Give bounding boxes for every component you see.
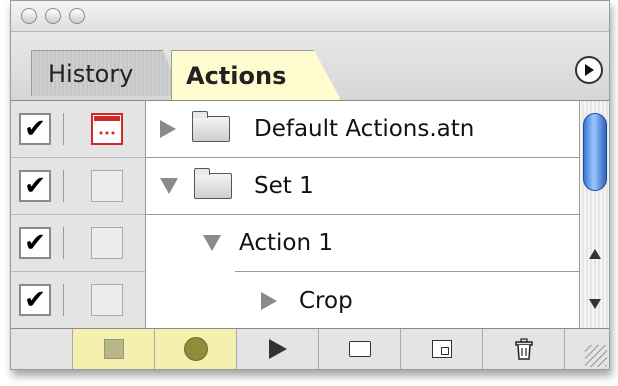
list-item-set[interactable]: Set 1 (146, 158, 579, 215)
dialog-toggle[interactable] (91, 113, 123, 145)
stop-icon (103, 339, 124, 359)
delete-button[interactable] (483, 329, 565, 369)
list-item-command[interactable]: Crop (235, 272, 579, 329)
resize-grip[interactable] (585, 345, 607, 367)
column-divider (63, 113, 64, 145)
tab-bar: History Actions (11, 32, 609, 100)
tab-actions-label: Actions (186, 61, 287, 90)
disclosure-collapsed-icon[interactable] (261, 291, 277, 310)
checkmark-icon: ✔ (24, 114, 46, 144)
dialog-icon (94, 116, 120, 135)
stop-button[interactable] (73, 329, 155, 369)
tab-history-label: History (48, 59, 134, 88)
new-set-button[interactable] (319, 329, 401, 369)
column-divider (63, 284, 64, 316)
toggle-row: ✔ (11, 272, 145, 329)
item-toggle-checkbox[interactable]: ✔ (19, 113, 51, 145)
minimize-window-button[interactable] (45, 8, 61, 24)
list-item-set[interactable]: Default Actions.atn (146, 101, 579, 158)
palette-menu-button[interactable] (575, 56, 603, 84)
scroll-up-icon[interactable] (589, 249, 601, 259)
triangle-right-icon (585, 64, 594, 76)
list-item-label: Default Actions.atn (254, 116, 475, 142)
new-action-icon (431, 340, 452, 358)
record-icon (183, 337, 208, 361)
toggle-row: ✔ (11, 215, 145, 272)
actions-palette: History Actions ✔ ✔ ✔ ✔ Default Actions.… (10, 0, 610, 370)
scroll-thumb[interactable] (583, 113, 607, 191)
list-item-action[interactable]: Action 1 (203, 215, 579, 272)
toggle-row: ✔ (11, 101, 145, 158)
column-divider (63, 227, 64, 259)
tab-actions[interactable]: Actions (171, 50, 341, 100)
disclosure-expanded-icon[interactable] (203, 235, 221, 251)
list-item-label: Action 1 (239, 230, 333, 256)
checkmark-icon: ✔ (24, 171, 46, 201)
actions-toolbar (11, 328, 609, 369)
new-action-button[interactable] (401, 329, 483, 369)
tab-history[interactable]: History (31, 50, 181, 96)
disclosure-collapsed-icon[interactable] (160, 120, 176, 138)
dialog-toggle[interactable] (91, 284, 123, 316)
checkmark-icon: ✔ (24, 285, 46, 315)
vertical-scrollbar[interactable] (579, 101, 609, 329)
actions-list: ✔ ✔ ✔ ✔ Default Actions.atn Set 1 Action… (11, 100, 609, 329)
item-toggle-checkbox[interactable]: ✔ (19, 284, 51, 316)
record-button[interactable] (155, 329, 237, 369)
toggle-columns: ✔ ✔ ✔ ✔ (11, 101, 146, 329)
list-item-label: Crop (299, 287, 353, 314)
column-divider (63, 170, 64, 202)
toggle-row: ✔ (11, 158, 145, 215)
play-icon (268, 339, 287, 359)
checkmark-icon: ✔ (24, 228, 46, 258)
play-button[interactable] (237, 329, 319, 369)
list-item-label: Set 1 (254, 173, 314, 199)
disclosure-expanded-icon[interactable] (160, 178, 178, 194)
close-window-button[interactable] (21, 8, 37, 24)
item-toggle-checkbox[interactable]: ✔ (19, 227, 51, 259)
new-set-icon (348, 341, 371, 357)
dialog-toggle[interactable] (91, 170, 123, 202)
title-bar[interactable] (11, 1, 609, 32)
dialog-toggle[interactable] (91, 227, 123, 259)
trash-icon (514, 338, 533, 360)
folder-icon (193, 168, 232, 199)
folder-icon (191, 111, 230, 142)
scroll-down-icon[interactable] (589, 299, 601, 309)
zoom-window-button[interactable] (69, 8, 85, 24)
toolbar-spacer (11, 329, 73, 369)
item-toggle-checkbox[interactable]: ✔ (19, 170, 51, 202)
